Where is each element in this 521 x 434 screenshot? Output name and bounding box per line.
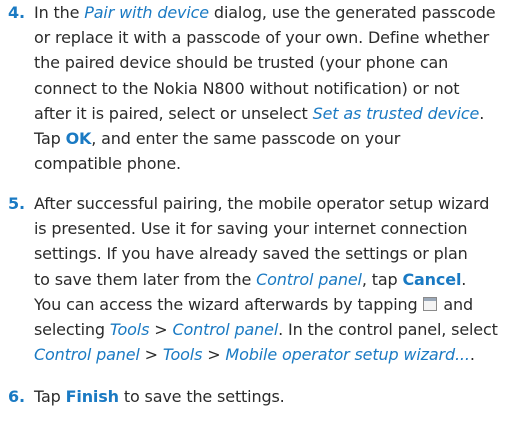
text-line: In the Pair with device dialog, use the … — [34, 3, 496, 22]
step-number: 5. — [8, 194, 25, 213]
text-line: compatible phone. — [34, 154, 181, 174]
term-pair-with-device: Pair with device — [84, 3, 209, 22]
text-line: Tap Finish to save the settings. — [34, 387, 285, 406]
term-tools: Tools — [109, 320, 150, 340]
text-line: after it is paired, select or unselect S… — [34, 103, 485, 123]
ui-label-ok: OK — [65, 129, 92, 149]
text-line: You can access the wizard afterwards by … — [34, 294, 474, 314]
text-line: is presented. Use it for saving your int… — [34, 219, 468, 239]
text-line: Tap OK, and enter the same passcode on y… — [34, 129, 401, 149]
step-body: Tap Finish to save the settings. — [34, 384, 519, 409]
text-line: connect to the Nokia N800 without notifi… — [34, 78, 460, 98]
term-control-panel: Control panel — [256, 269, 362, 289]
term-mobile-operator-setup-wizard: Mobile operator setup wizard... — [225, 345, 470, 365]
step-number: 6. — [8, 387, 25, 406]
text-line: selecting Tools > Control panel. In the … — [34, 320, 498, 340]
term-control-panel: Control panel — [172, 320, 279, 340]
text-line: settings. If you have already saved the … — [34, 244, 468, 264]
text-line: After successful pairing, the mobile ope… — [34, 194, 490, 213]
ui-label-cancel: Cancel — [402, 269, 462, 289]
manual-page: 4. In the Pair with device dialog, use t… — [0, 0, 521, 434]
step-number: 4. — [8, 3, 25, 22]
step-body: In the Pair with device dialog, use the … — [34, 0, 519, 176]
text-line: to save them later from the Control pane… — [34, 269, 467, 289]
step-body: After successful pairing, the mobile ope… — [34, 191, 519, 367]
text-line: Control panel > Tools > Mobile operator … — [34, 345, 475, 365]
text-line: the paired device should be trusted (you… — [34, 53, 449, 73]
text-line: or replace it with a passcode of your ow… — [34, 28, 490, 48]
menu-window-icon — [423, 296, 438, 311]
term-set-as-trusted-device: Set as trusted device — [312, 103, 480, 123]
ui-label-finish: Finish — [65, 387, 119, 406]
term-control-panel: Control panel — [34, 345, 140, 365]
term-tools: Tools — [162, 345, 203, 365]
